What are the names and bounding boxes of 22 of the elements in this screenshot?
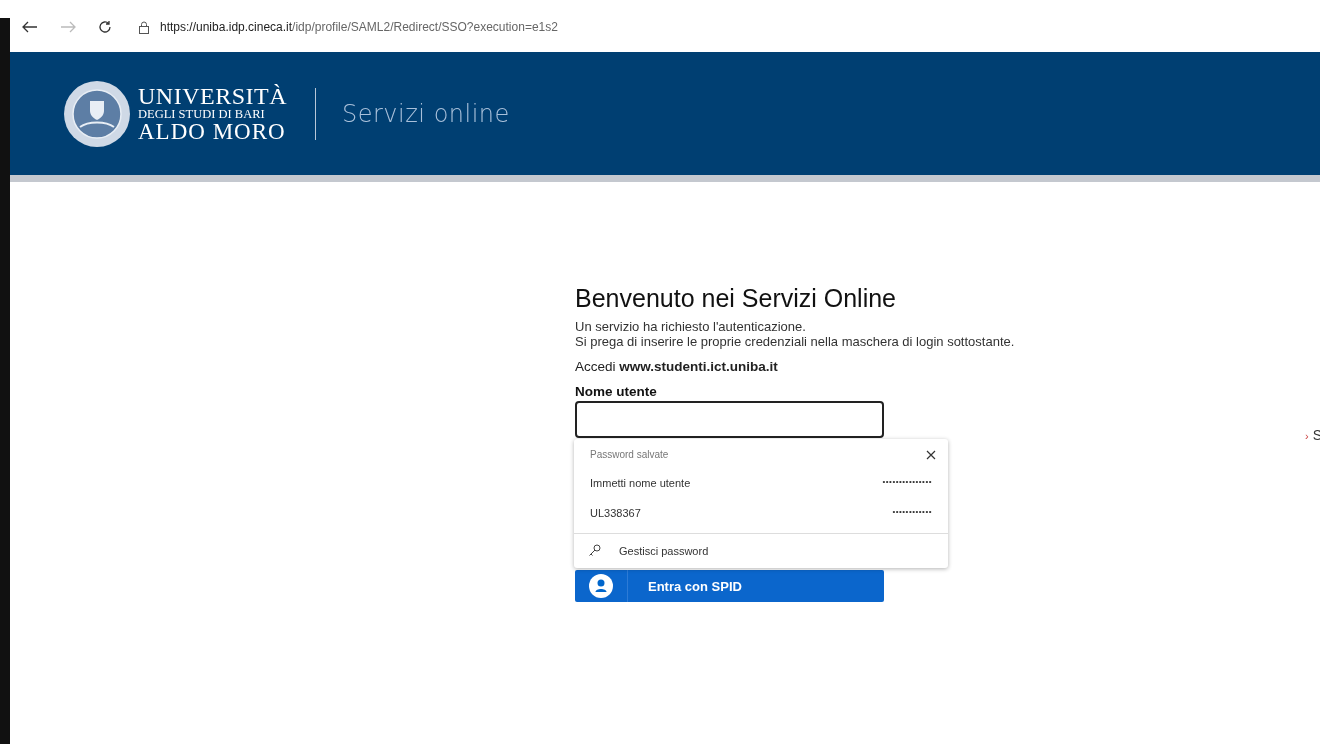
saved-password-item[interactable]: Immetti nome utente ••••••••••••••• bbox=[574, 468, 948, 498]
back-arrow-icon[interactable] bbox=[22, 21, 38, 33]
dropdown-title: Password salvate bbox=[590, 449, 669, 460]
intro-text: Un servizio ha richiesto l'autenticazione. Si prega di inserire le proprie credenziali nella maschera di login sottostante. bbox=[575, 319, 1015, 349]
user-icon bbox=[589, 574, 613, 598]
manage-passwords-item[interactable]: Gestisci password bbox=[574, 534, 948, 568]
spid-login-button[interactable]: Entra con SPID bbox=[575, 570, 884, 602]
reload-icon[interactable] bbox=[98, 20, 112, 34]
logo-text: ALDO MORO bbox=[138, 120, 287, 144]
url-text[interactable]: https://uniba.idp.cineca.it/idp/profile/SAML2/Redirect/SSO?execution=e1s2 bbox=[160, 20, 558, 34]
university-seal-icon bbox=[62, 78, 132, 149]
lock-icon bbox=[138, 20, 150, 34]
logo-text: UNIVERSITÀ bbox=[138, 83, 287, 108]
logo-text: DEGLI STUDI DI BARI bbox=[138, 107, 266, 121]
username-label: Nome utente bbox=[575, 384, 658, 399]
username-field[interactable] bbox=[575, 401, 884, 438]
close-icon[interactable] bbox=[926, 449, 936, 460]
page-heading: Benvenuto nei Servizi Online bbox=[575, 284, 898, 313]
site-title: Servizi online bbox=[342, 99, 510, 128]
key-icon bbox=[588, 544, 601, 557]
saved-password-item[interactable]: UL338367 •••••••••••• bbox=[574, 498, 948, 528]
access-text: Accedi www.studenti.ict.uniba.it bbox=[575, 359, 779, 374]
